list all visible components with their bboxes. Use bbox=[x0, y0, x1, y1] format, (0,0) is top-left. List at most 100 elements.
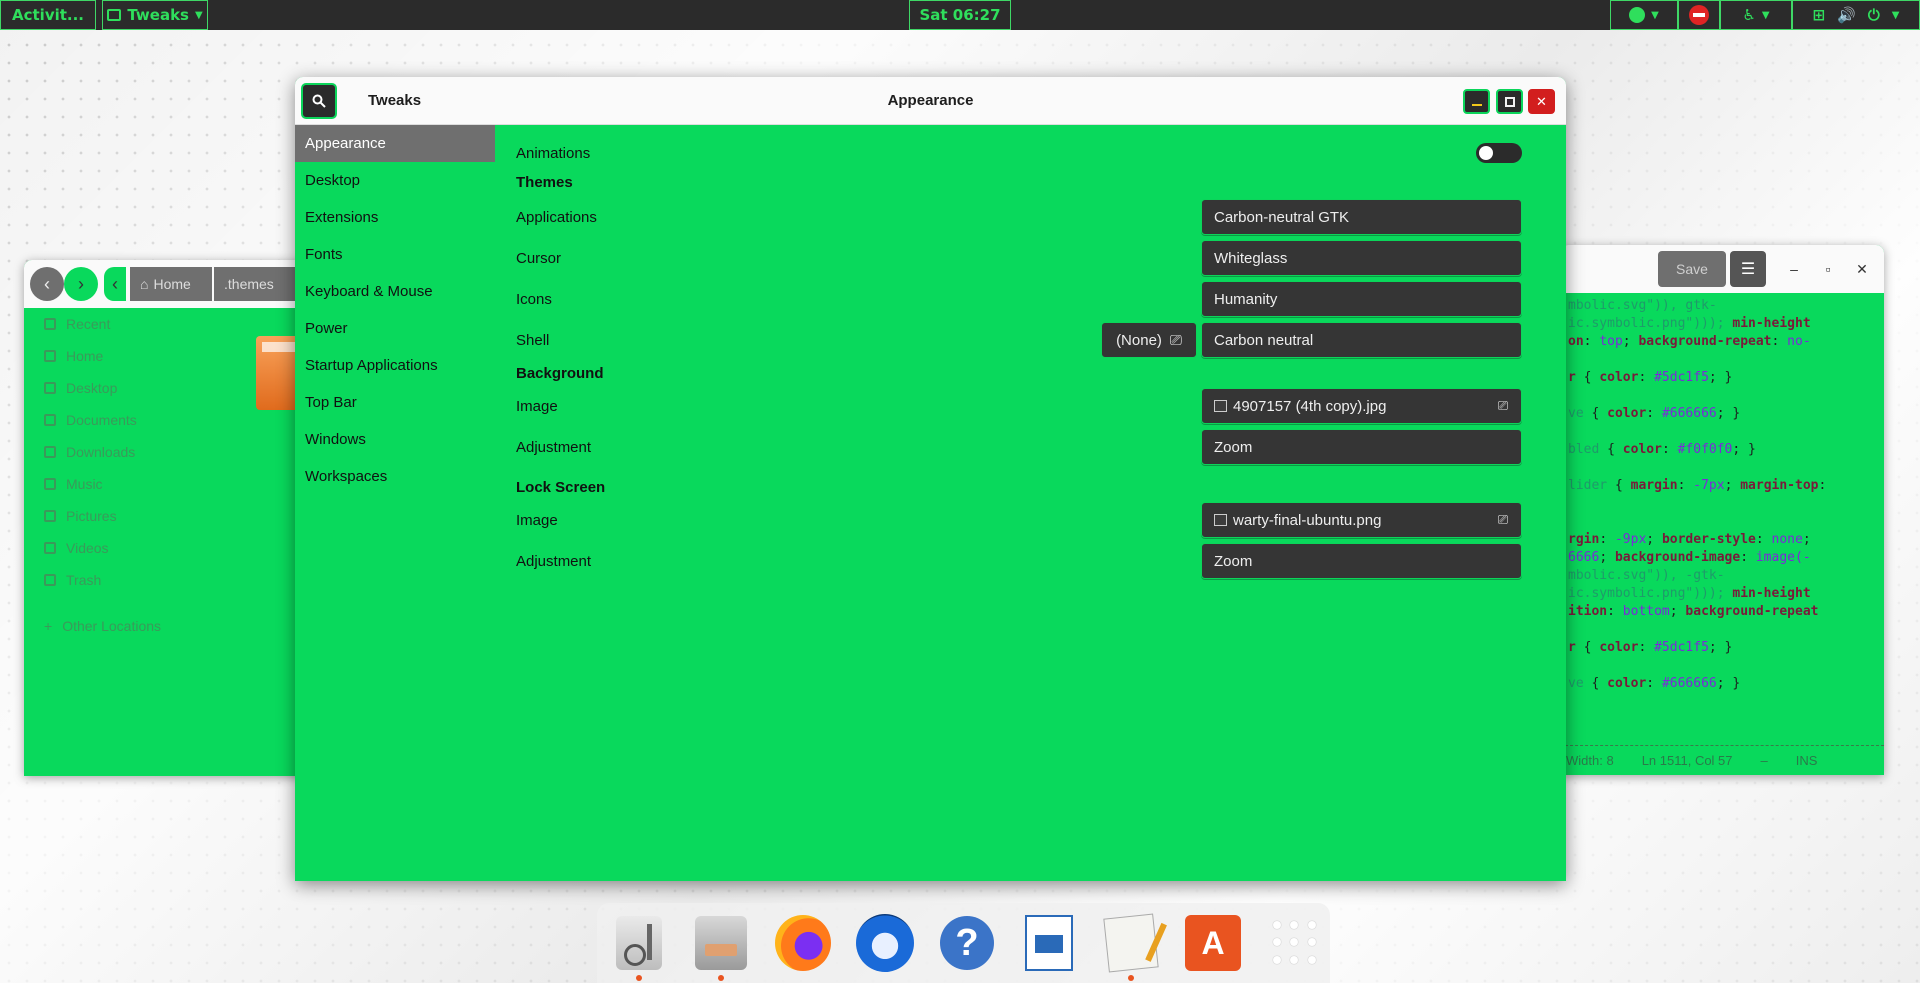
accessibility-menu-button[interactable]: ♿ ▼ bbox=[1720, 0, 1792, 30]
path-up-button[interactable]: ‹ bbox=[104, 267, 126, 301]
app-menu-label: Tweaks bbox=[127, 6, 189, 24]
background-adjustment-select[interactable]: Zoom bbox=[1201, 429, 1522, 465]
save-button[interactable]: Save bbox=[1658, 251, 1726, 287]
animations-switch[interactable] bbox=[1476, 143, 1522, 163]
trash-icon bbox=[44, 574, 56, 586]
cursor-position[interactable]: Ln 1511, Col 57 bbox=[1642, 753, 1733, 768]
system-menu-button[interactable]: ⊞ 🔊 ⏻ ▼ bbox=[1792, 0, 1920, 30]
code-view[interactable]: mbolic.svg")), gtk- ic.symbolic.png")));… bbox=[1560, 293, 1884, 745]
applications-theme-select[interactable]: Carbon-neutral GTK bbox=[1201, 199, 1522, 235]
icons-label: Icons bbox=[516, 290, 552, 308]
files-window[interactable]: ‹ › ‹ ⌂ Home .themes Recent Home Desktop… bbox=[24, 260, 324, 776]
activities-button[interactable]: Activit... bbox=[0, 0, 96, 30]
files-sidebar-item[interactable]: Pictures bbox=[24, 500, 264, 532]
tweaks-app-icon bbox=[107, 9, 122, 21]
do-not-disturb-button[interactable] bbox=[1678, 0, 1720, 30]
writer-icon bbox=[1025, 915, 1073, 971]
sidebar-item-appearance[interactable]: Appearance bbox=[295, 125, 495, 162]
cursor-theme-select[interactable]: Whiteglass bbox=[1201, 240, 1522, 276]
clock-button[interactable]: Sat 06:27 bbox=[909, 0, 1011, 30]
files-sidebar-item[interactable]: + Other Locations bbox=[24, 610, 264, 642]
shell-theme-select[interactable]: Carbon neutral bbox=[1201, 322, 1522, 358]
lock-image-label: Image bbox=[516, 511, 558, 529]
dock-software[interactable]: A bbox=[1181, 911, 1245, 975]
files-sidebar-item[interactable]: Recent bbox=[24, 308, 264, 340]
sidebar-item-power[interactable]: Power bbox=[295, 310, 495, 347]
files-sidebar-item[interactable]: Videos bbox=[24, 532, 264, 564]
lock-adjustment-row: Adjustment Zoom bbox=[516, 543, 1544, 579]
close-button[interactable]: ✕ bbox=[1528, 89, 1555, 114]
close-button[interactable]: ✕ bbox=[1850, 257, 1874, 281]
chevron-down-icon: ▼ bbox=[1651, 9, 1659, 21]
sidebar-item-desktop[interactable]: Desktop bbox=[295, 162, 495, 199]
minimize-button[interactable]: – bbox=[1782, 257, 1806, 281]
search-button[interactable] bbox=[301, 83, 337, 119]
dock-files[interactable] bbox=[689, 911, 753, 981]
indicator-icon bbox=[1629, 7, 1646, 23]
sidebar-item-fonts[interactable]: Fonts bbox=[295, 236, 495, 273]
chevron-down-icon[interactable]: – bbox=[1761, 753, 1768, 768]
files-sidebar-item[interactable]: Documents bbox=[24, 404, 264, 436]
text-editor-icon bbox=[1103, 913, 1159, 973]
dock-help[interactable]: ? bbox=[935, 911, 999, 975]
clear-icon[interactable]: ⎚ bbox=[1495, 398, 1511, 414]
app-grid-icon bbox=[1273, 921, 1317, 965]
maximize-icon: ▫ bbox=[1825, 261, 1831, 277]
files-sidebar-item[interactable]: Home bbox=[24, 340, 264, 372]
forward-button[interactable]: › bbox=[64, 267, 98, 301]
lock-image-chooser[interactable]: warty-final-ubuntu.png ⎚ bbox=[1201, 502, 1522, 538]
app-menu-button[interactable]: Tweaks ▼ bbox=[102, 0, 208, 30]
shell-file-chooser-button[interactable]: (None) ⎚ bbox=[1101, 322, 1197, 358]
files-sidebar-item[interactable]: Trash bbox=[24, 564, 264, 596]
indicator-menu-button[interactable]: ▼ bbox=[1610, 0, 1678, 30]
dock-firefox[interactable] bbox=[771, 911, 835, 975]
files-sidebar-item[interactable]: Desktop bbox=[24, 372, 264, 404]
icons-theme-select[interactable]: Humanity bbox=[1201, 281, 1522, 317]
dock-settings[interactable] bbox=[607, 911, 671, 981]
files-icon bbox=[695, 916, 747, 970]
dock-writer[interactable] bbox=[1017, 911, 1081, 975]
maximize-button[interactable]: ▫ bbox=[1816, 257, 1840, 281]
lock-adjustment-select[interactable]: Zoom bbox=[1201, 543, 1522, 579]
software-store-icon: A bbox=[1185, 915, 1241, 971]
cursor-theme-value: Whiteglass bbox=[1214, 249, 1288, 267]
dock-thunderbird[interactable] bbox=[853, 911, 917, 975]
sidebar-item-top-bar[interactable]: Top Bar bbox=[295, 384, 495, 421]
chevron-down-icon: ▼ bbox=[194, 9, 203, 21]
clock-label: Sat 06:27 bbox=[919, 6, 1001, 24]
back-button[interactable]: ‹ bbox=[30, 267, 64, 301]
clock-icon bbox=[44, 318, 56, 330]
minimize-button[interactable] bbox=[1463, 89, 1490, 114]
sidebar-item-windows[interactable]: Windows bbox=[295, 421, 495, 458]
sidebar-item-keyboard-mouse[interactable]: Keyboard & Mouse bbox=[295, 273, 495, 310]
text-editor-window[interactable]: Save ☰ – ▫ ✕ mbolic.svg")), gtk- ic.symb… bbox=[1560, 245, 1884, 775]
app-title: Tweaks bbox=[368, 92, 422, 109]
maximize-button[interactable] bbox=[1496, 89, 1523, 114]
files-sidebar-item[interactable]: Music bbox=[24, 468, 264, 500]
files-sidebar-item[interactable]: Downloads bbox=[24, 436, 264, 468]
breadcrumb-themes[interactable]: .themes bbox=[214, 267, 300, 301]
files-sidebar-label: Music bbox=[66, 476, 103, 492]
shell-label: Shell bbox=[516, 331, 550, 349]
breadcrumb-home[interactable]: ⌂ Home bbox=[130, 267, 212, 301]
show-applications-button[interactable] bbox=[1263, 911, 1327, 975]
chevron-left-icon: ‹ bbox=[44, 273, 50, 294]
clear-icon[interactable]: ⎚ bbox=[1495, 512, 1511, 528]
dock-text-editor[interactable] bbox=[1099, 911, 1163, 981]
background-heading: Background bbox=[516, 365, 604, 382]
tab-width-selector[interactable]: Width: 8 bbox=[1566, 753, 1614, 768]
files-sidebar-label: Documents bbox=[66, 412, 137, 428]
image-file-icon bbox=[1214, 400, 1227, 412]
background-image-chooser[interactable]: 4907157 (4th copy).jpg ⎚ bbox=[1201, 388, 1522, 424]
tweaks-window[interactable]: Tweaks Appearance ✕ Appearance Desktop E… bbox=[295, 77, 1566, 881]
files-sidebar-label: Videos bbox=[66, 540, 109, 556]
sidebar-item-workspaces[interactable]: Workspaces bbox=[295, 458, 495, 495]
applications-row: Applications Carbon-neutral GTK bbox=[516, 199, 1544, 235]
sidebar-item-extensions[interactable]: Extensions bbox=[295, 199, 495, 236]
applications-theme-value: Carbon-neutral GTK bbox=[1214, 208, 1350, 226]
hamburger-menu-button[interactable]: ☰ bbox=[1730, 251, 1766, 287]
help-icon: ? bbox=[940, 916, 994, 970]
sidebar-item-startup-applications[interactable]: Startup Applications bbox=[295, 347, 495, 384]
files-sidebar: Recent Home Desktop Documents Downloads … bbox=[24, 308, 264, 642]
background-image-value: 4907157 (4th copy).jpg bbox=[1233, 397, 1387, 415]
